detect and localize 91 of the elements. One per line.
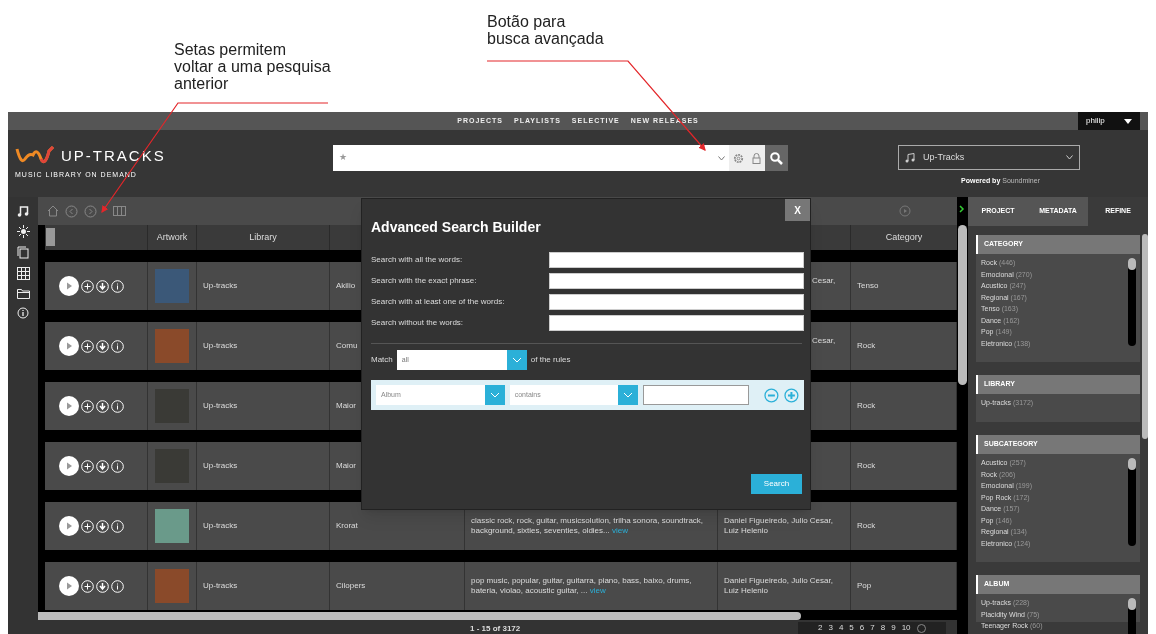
columns-icon[interactable]	[113, 206, 126, 216]
chevron-down-icon	[484, 385, 505, 405]
download-icon[interactable]	[96, 459, 109, 473]
table-cell: Up-tracks	[197, 382, 330, 430]
page-link[interactable]: 3	[828, 622, 833, 634]
column-header[interactable]: Library	[197, 225, 330, 250]
page-link[interactable]: 5	[849, 622, 854, 634]
add-icon[interactable]	[81, 279, 94, 293]
add-icon[interactable]	[81, 459, 94, 473]
play-button[interactable]	[59, 576, 79, 596]
add-icon[interactable]	[81, 399, 94, 413]
column-header[interactable]: Artwork	[148, 225, 197, 250]
search-icon	[770, 151, 783, 165]
table-cell: Tenso	[851, 262, 957, 310]
page-link[interactable]: 10	[901, 622, 911, 634]
table-cell: Daniel Figueiredo, Julio Cesar, Luiz Helenio	[718, 562, 851, 610]
library-select[interactable]: Up-Tracks	[898, 145, 1080, 170]
table-cell: Up-tracks	[197, 262, 330, 310]
input-field[interactable]	[549, 252, 804, 268]
table-cell: Up-tracks	[197, 502, 330, 550]
folder-icon[interactable]	[16, 288, 30, 299]
input-field[interactable]	[549, 315, 804, 331]
page-link[interactable]: 7	[870, 622, 875, 634]
home-icon[interactable]	[47, 205, 59, 217]
table-cell: Up-tracks	[197, 562, 330, 610]
match-suffix: of the rules	[530, 354, 571, 366]
download-icon[interactable]	[96, 399, 109, 413]
sun-icon[interactable]	[16, 225, 30, 238]
table-cell: Rock	[851, 322, 957, 370]
album-art-placeholder	[155, 509, 189, 543]
chevron-down-icon	[1066, 155, 1073, 160]
lock-icon	[751, 152, 761, 164]
add-icon[interactable]	[81, 519, 94, 533]
album-art-placeholder	[155, 569, 189, 603]
chevron-down-icon[interactable]	[718, 155, 725, 161]
caret-icon	[1124, 118, 1132, 124]
view-link[interactable]: view	[611, 526, 628, 535]
match-label: Match	[371, 354, 393, 366]
result-count: 1 - 15 of 3172	[470, 623, 521, 634]
chevron-down-icon	[618, 385, 639, 405]
table-cell: Pop	[851, 562, 957, 610]
table-cell: Up-tracks	[197, 442, 330, 490]
table-cell: Cilopers	[330, 562, 465, 610]
album-art-placeholder	[155, 329, 189, 363]
play-button[interactable]	[59, 456, 79, 476]
music-note-icon	[905, 152, 915, 163]
play-button[interactable]	[59, 396, 79, 416]
add-icon[interactable]	[81, 339, 94, 353]
play-button[interactable]	[59, 276, 79, 296]
chevron-down-icon	[506, 350, 527, 370]
download-icon[interactable]	[96, 579, 109, 593]
user-menu[interactable]: philip	[1078, 112, 1140, 130]
view-link[interactable]: view	[589, 586, 606, 595]
music-note-icon[interactable]	[17, 205, 29, 217]
table-cell: Rock	[851, 382, 957, 430]
description-text: classic rock, rock, guitar, musicsolution, trilha sonora, soundtrack, background, sixties, seventies, oldies... view	[471, 516, 705, 536]
vertical-scrollbar[interactable]	[958, 225, 967, 385]
download-icon[interactable]	[96, 339, 109, 353]
vertical-scrollbar[interactable]	[1142, 234, 1148, 439]
download-icon[interactable]	[96, 519, 109, 533]
settings-icon	[732, 152, 744, 164]
page-link[interactable]: 2	[818, 622, 823, 634]
input-field[interactable]	[549, 273, 804, 289]
page-link[interactable]: 4	[838, 622, 844, 634]
table-cell: Up-tracks	[197, 322, 330, 370]
album-art-placeholder	[155, 269, 189, 303]
page-link[interactable]: 9	[891, 622, 896, 634]
horizontal-scrollbar[interactable]	[38, 612, 801, 620]
list-scrollbar[interactable]	[1128, 458, 1136, 546]
table-cell: Rock	[851, 502, 957, 550]
rule-value-field[interactable]	[643, 385, 750, 405]
page-link[interactable]: 8	[880, 622, 886, 634]
annotation-text: Setas permitem voltar a uma pesquisa anterior	[174, 41, 331, 92]
close-button[interactable]: X	[785, 199, 810, 221]
add-icon[interactable]	[81, 579, 94, 593]
search-button[interactable]	[765, 145, 788, 171]
description-text: pop music, popular, guitar, guitarra, piano, bass, baixo, drums, bateria, violao, acoustic guitar, ... view	[471, 576, 693, 596]
info-icon[interactable]	[17, 307, 29, 319]
page-link[interactable]: 6	[859, 622, 865, 634]
input-field[interactable]	[549, 294, 804, 310]
annotation-text: Botão para busca avançada	[487, 13, 604, 47]
copy-icon[interactable]	[17, 246, 29, 259]
dialog-title: Advanced Search Builder	[371, 218, 541, 237]
download-icon[interactable]	[96, 279, 109, 293]
list-scrollbar[interactable]	[1128, 258, 1136, 346]
next-page-icon[interactable]	[916, 623, 926, 633]
table-cell: Rock	[851, 442, 957, 490]
play-button[interactable]	[59, 336, 79, 356]
column-header[interactable]: Category	[851, 225, 957, 250]
play-button[interactable]	[59, 516, 79, 536]
grid-icon[interactable]	[16, 267, 30, 280]
